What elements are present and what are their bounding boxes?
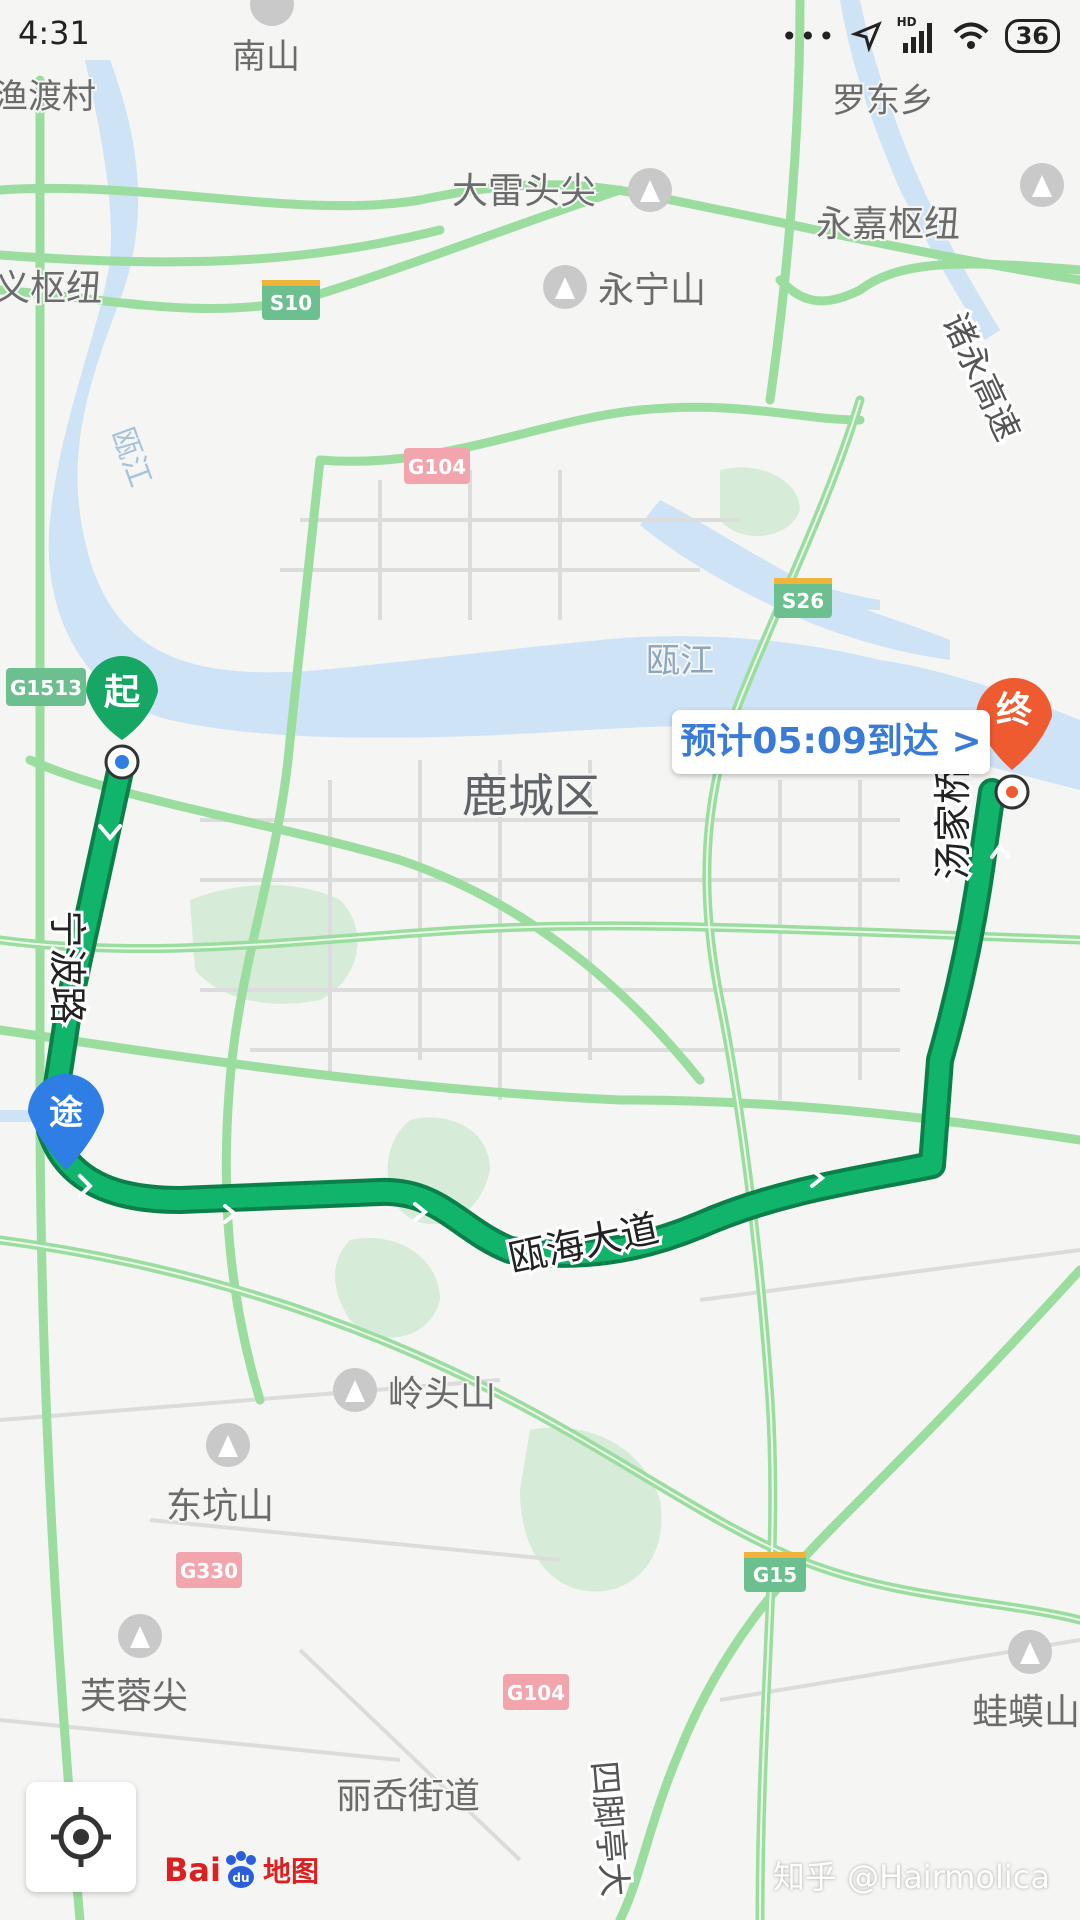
location-arrow-icon xyxy=(850,21,882,52)
road-shield: S10 xyxy=(262,280,320,320)
svg-text:G15: G15 xyxy=(753,1563,797,1587)
place-label: 蛙蟆山 xyxy=(972,1692,1080,1733)
mountain-poi-icon xyxy=(628,168,672,212)
start-marker-label: 起 xyxy=(104,672,141,713)
status-time: 4:31 xyxy=(18,14,90,52)
road-name-labels: 宁波路 瓯海大道 汤家桥路 诸永高速 四脚亭大 xyxy=(42,304,1031,1901)
place-label: 渔渡村 xyxy=(0,77,96,117)
svg-text:du: du xyxy=(232,1871,249,1885)
locate-button[interactable] xyxy=(26,1782,136,1892)
place-label: 瓯江 xyxy=(646,641,714,681)
watermark: 知乎 @Hairmolica xyxy=(772,1858,1050,1896)
status-icons: ••• HD 36 xyxy=(781,14,1060,58)
road-name: 诸永高速 xyxy=(934,307,1028,447)
battery-indicator: 36 xyxy=(1004,19,1060,53)
more-dots-icon: ••• xyxy=(781,19,837,53)
road-shield: G1513 xyxy=(6,668,86,706)
place-label: 永嘉枢纽 xyxy=(816,204,960,245)
place-label: 丽岙街道 xyxy=(336,1776,480,1817)
svg-text:G330: G330 xyxy=(180,1559,238,1583)
road-shield: S26 xyxy=(774,578,832,618)
signal-icon: HD xyxy=(897,15,937,53)
mountain-poi-icon xyxy=(118,1614,162,1658)
mountain-poi-icon xyxy=(333,1368,377,1412)
road-shield: G104 xyxy=(404,448,470,484)
end-marker-label: 终 xyxy=(996,690,1033,731)
svg-text:G104: G104 xyxy=(408,455,466,479)
logo-text-bai: Bai xyxy=(164,1851,221,1889)
wifi-icon xyxy=(953,22,989,49)
status-bar: 4:31 ••• HD 36 xyxy=(0,0,1080,72)
road-name: 宁波路 xyxy=(45,910,89,1024)
place-label: 大雷头尖 xyxy=(452,171,596,212)
place-label: 瓯江 xyxy=(104,423,157,491)
district-label: 鹿城区 xyxy=(462,769,600,823)
green-areas xyxy=(190,467,800,1592)
svg-text:G1513: G1513 xyxy=(10,676,82,700)
svg-text:G104: G104 xyxy=(507,1681,565,1705)
place-label: 罗东乡 xyxy=(832,81,934,121)
place-label: 岭头山 xyxy=(388,1374,496,1415)
mountain-poi-icon xyxy=(1008,1630,1052,1674)
svg-text:S10: S10 xyxy=(270,291,312,315)
mountain-poi-icon xyxy=(206,1423,250,1467)
road-shield: G104 xyxy=(503,1674,569,1710)
place-label: 东坑山 xyxy=(166,1486,274,1527)
place-label: 芙蓉尖 xyxy=(80,1676,188,1717)
logo-text-ditu: 地图 xyxy=(262,1855,319,1888)
road-name: 瓯海大道 xyxy=(505,1206,663,1281)
major-roads xyxy=(0,0,1080,1920)
locate-crosshair-icon xyxy=(51,1807,111,1867)
start-marker[interactable]: 起 xyxy=(86,656,158,780)
river-water xyxy=(0,0,1080,1122)
eta-callout[interactable]: 预计05:09到达 > xyxy=(672,710,990,774)
svg-text:S26: S26 xyxy=(782,589,824,613)
mountain-poi-icon xyxy=(1020,163,1064,207)
road-shield: G15 xyxy=(744,1552,806,1592)
waypoint-marker-label: 途 xyxy=(49,1093,83,1133)
paw-icon: du xyxy=(221,1850,261,1890)
road-name: 四脚亭大 xyxy=(583,1759,635,1898)
mountain-poi-icon xyxy=(543,265,587,309)
map-canvas[interactable]: 起 途 终 S10 G104 S26 G1513 G330 G15 G104 南… xyxy=(0,0,1080,1920)
place-label: 永宁山 xyxy=(598,270,706,311)
route-path xyxy=(36,748,1006,1268)
baidu-map-logo: Bai du 地图 xyxy=(164,1845,319,1895)
road-shield: G330 xyxy=(176,1552,242,1588)
route-arrows xyxy=(78,824,1010,1224)
place-label: 义枢纽 xyxy=(0,268,102,309)
